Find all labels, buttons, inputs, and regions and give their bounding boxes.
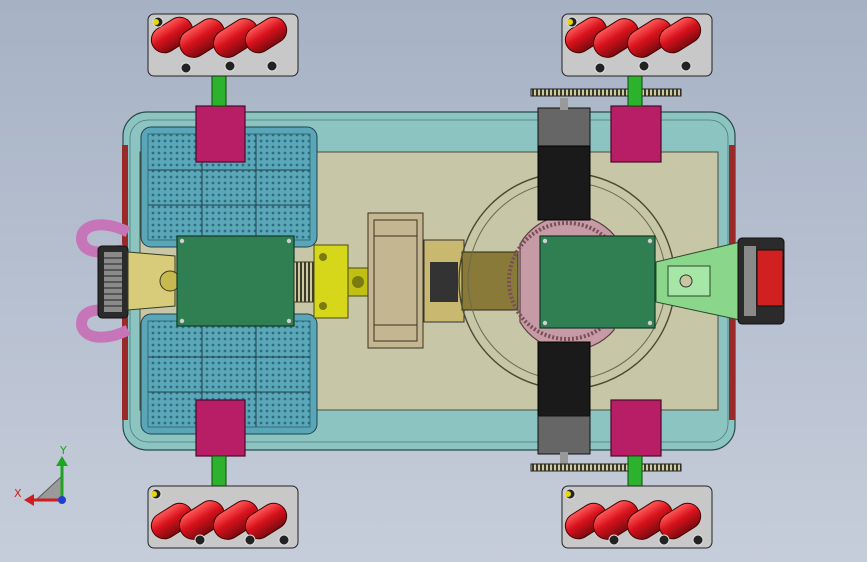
robot-model[interactable] xyxy=(76,12,785,549)
mecanum-wheel-front-bottom[interactable] xyxy=(560,485,713,549)
triad-x-label: X xyxy=(14,487,22,500)
wheel-mount-rear-bottom[interactable] xyxy=(195,399,246,457)
timing-belt-top xyxy=(530,88,682,97)
triad-y-arrow-icon xyxy=(56,456,68,466)
drive-motor-front-top[interactable] xyxy=(537,98,591,221)
triad-plane-icon xyxy=(34,474,63,501)
mecanum-wheel-front-top[interactable] xyxy=(560,12,713,77)
axis-triad: Y X xyxy=(14,444,68,506)
axle-front-bottom xyxy=(627,455,643,487)
timing-belt-bottom xyxy=(530,463,682,472)
axle-rear-top xyxy=(211,75,227,107)
triad-z-axis xyxy=(58,496,66,504)
axle-front-top xyxy=(627,75,643,107)
drive-motor-front-bottom[interactable] xyxy=(537,341,591,464)
rear-linkage xyxy=(127,251,181,311)
triad-y-label: Y xyxy=(59,444,67,457)
mecanum-wheel-rear-top[interactable] xyxy=(146,12,299,77)
controller-board-rear[interactable] xyxy=(176,235,295,327)
wheel-mount-rear-top[interactable] xyxy=(195,105,246,163)
triad-x-arrow-icon xyxy=(24,494,34,506)
mecanum-wheel-rear-bottom[interactable] xyxy=(146,485,299,549)
wheel-mount-front-bottom[interactable] xyxy=(610,399,662,457)
wheel-mount-front-top[interactable] xyxy=(610,105,662,163)
controller-board-main[interactable] xyxy=(539,235,656,329)
front-sensor-module[interactable] xyxy=(737,237,785,325)
axle-rear-bottom xyxy=(211,455,227,487)
cad-viewport[interactable]: Y X xyxy=(0,0,867,562)
drive-coupling xyxy=(423,239,519,323)
central-enclosure[interactable] xyxy=(367,212,424,349)
rear-bumper[interactable] xyxy=(76,219,131,343)
